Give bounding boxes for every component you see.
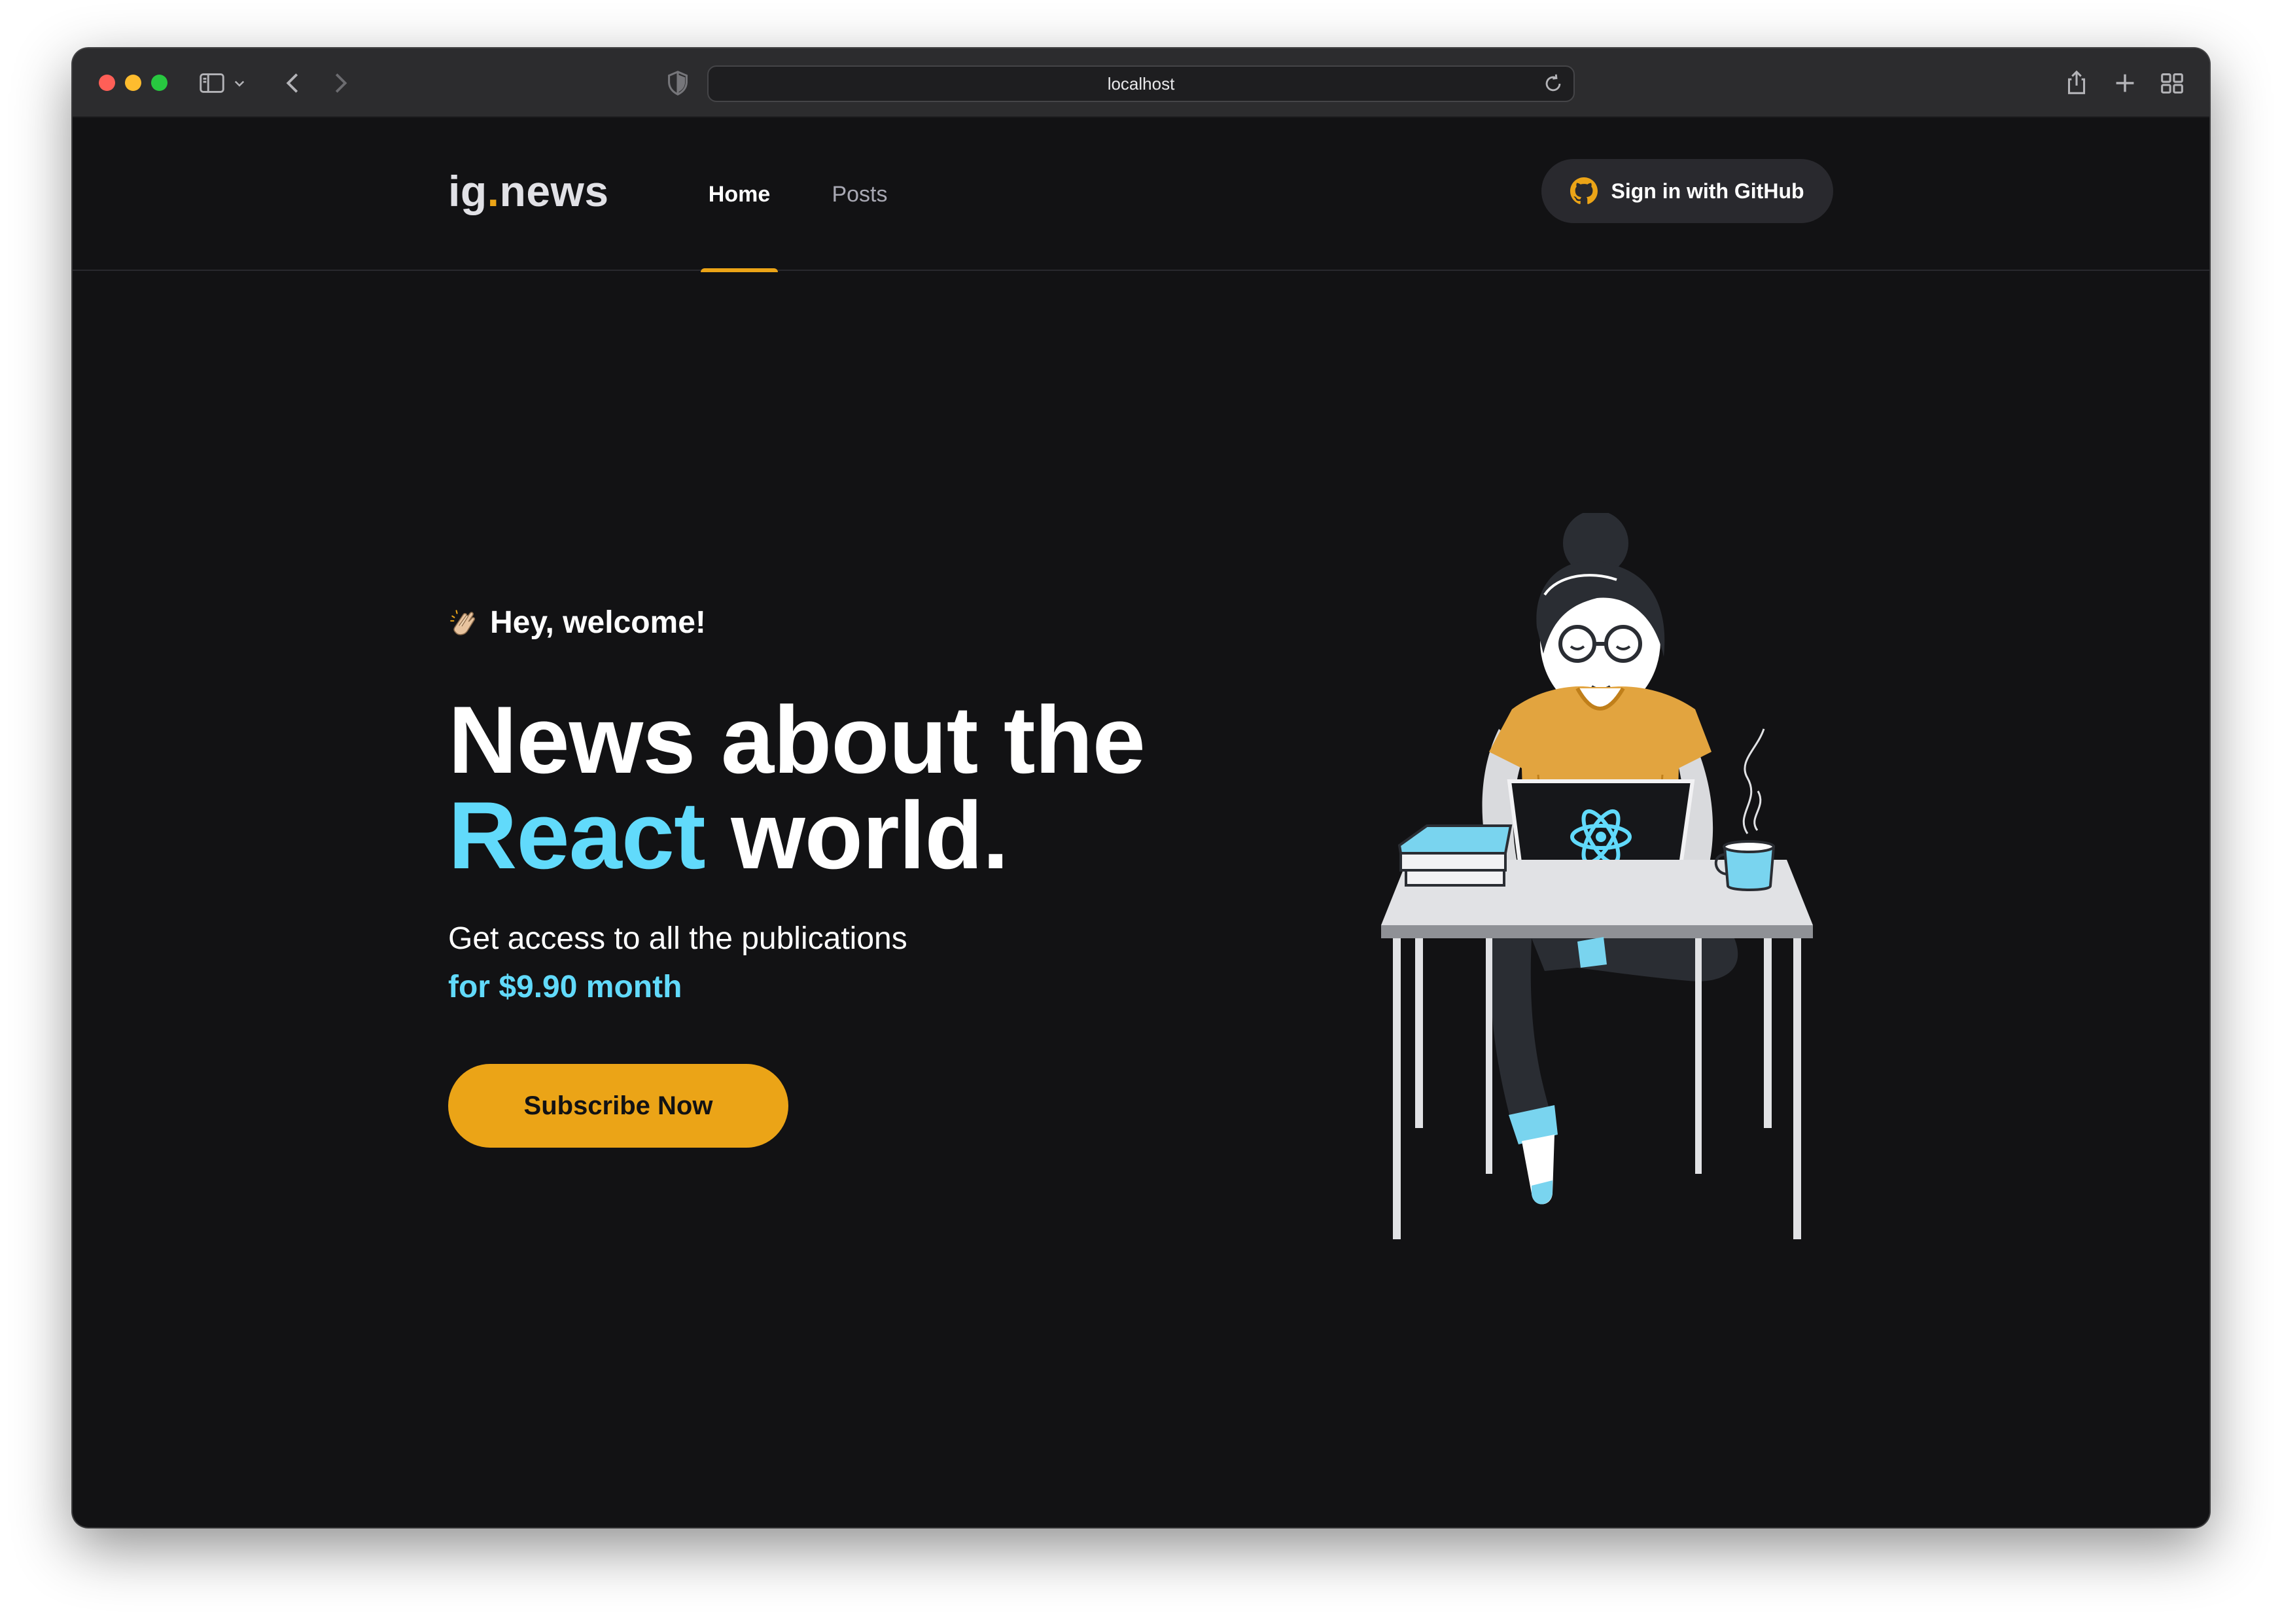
sidebar-toggle-icon[interactable]: [197, 68, 227, 98]
logo-rest: news: [499, 167, 609, 215]
close-window-button[interactable]: [99, 75, 115, 91]
hero-headline: News about the React world.: [448, 692, 1146, 883]
privacy-shield-icon[interactable]: [663, 68, 693, 98]
signin-github-button[interactable]: Sign in with GitHub: [1541, 159, 1833, 223]
share-icon[interactable]: [2062, 68, 2092, 98]
site-logo[interactable]: ig.news: [448, 166, 609, 216]
hero-subtitle: Get access to all the publications: [448, 921, 907, 956]
headline-rest: world.: [705, 782, 1009, 889]
hero-illustration: [1381, 513, 1839, 1265]
welcome-text: Hey, welcome!: [448, 605, 706, 641]
chevron-down-icon[interactable]: [230, 68, 249, 98]
forward-arrow-icon[interactable]: [325, 68, 355, 98]
new-tab-icon[interactable]: [2110, 68, 2140, 98]
browser-toolbar: localhost: [73, 48, 2209, 118]
address-bar[interactable]: localhost: [707, 65, 1575, 102]
headline-line1: News about the: [448, 686, 1146, 793]
github-icon: [1570, 177, 1598, 205]
address-url: localhost: [1107, 74, 1175, 94]
subscribe-now-button[interactable]: Subscribe Now: [448, 1064, 788, 1148]
tab-overview-icon[interactable]: [2157, 68, 2187, 98]
logo-dot: .: [487, 167, 500, 215]
zoom-window-button[interactable]: [151, 75, 167, 91]
nav-home-link[interactable]: Home: [701, 118, 778, 272]
reload-icon[interactable]: [1542, 73, 1564, 95]
signin-github-label: Sign in with GitHub: [1611, 179, 1804, 203]
nav-posts-link[interactable]: Posts: [827, 118, 892, 271]
browser-window: localhost ig.news Home Posts Sign in wit…: [73, 48, 2209, 1527]
back-arrow-icon[interactable]: [278, 68, 308, 98]
hero-price: for $9.90 month: [448, 970, 682, 1004]
welcome-label: Hey, welcome!: [490, 605, 706, 640]
site-header: ig.news Home Posts Sign in with GitHub: [73, 118, 2209, 272]
minimize-window-button[interactable]: [125, 75, 141, 91]
logo-main: ig: [448, 167, 487, 215]
headline-accent: React: [448, 782, 706, 889]
clapping-hands-icon: [448, 607, 481, 639]
